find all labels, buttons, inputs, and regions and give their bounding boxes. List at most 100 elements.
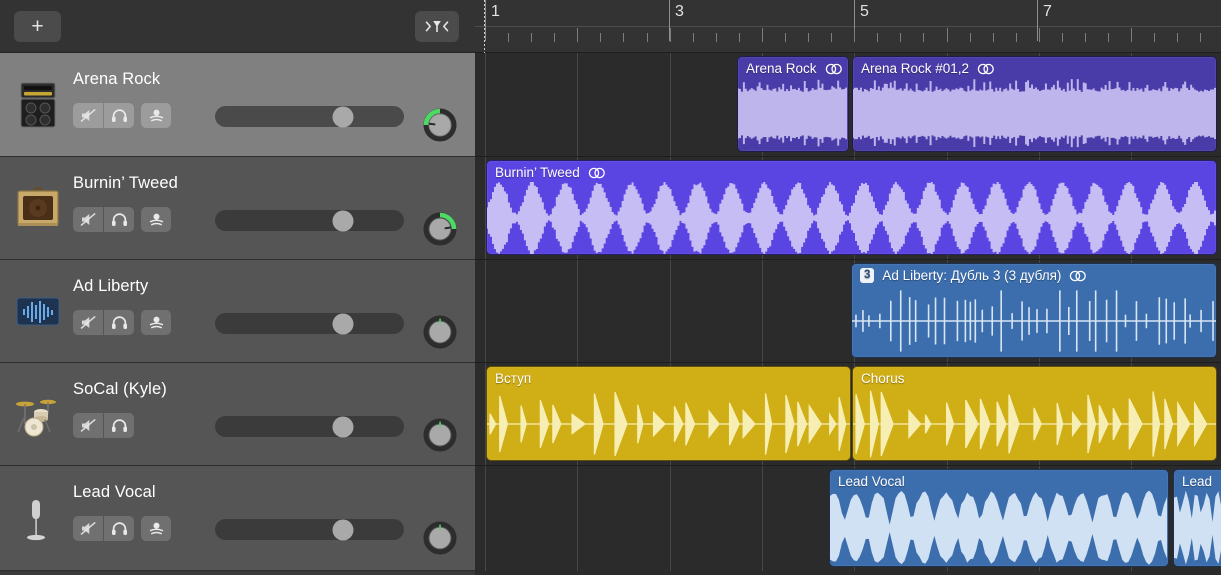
solo-button-1[interactable] [104, 207, 134, 232]
gridline [670, 466, 671, 571]
volume-slider-knob[interactable] [332, 416, 353, 437]
ruler-beat-tick [808, 33, 809, 42]
region-label: Arena Rock [746, 61, 817, 76]
gridline [670, 260, 671, 362]
track-lane-0[interactable]: Arena Rock Arena Rock #01,2 [475, 53, 1221, 157]
ruler-beat-tick [993, 33, 994, 42]
track-controls-2 [73, 310, 171, 335]
pan-knob-1[interactable] [421, 210, 459, 248]
solo-button-3[interactable] [104, 413, 134, 438]
region-0[interactable]: Arena Rock [737, 56, 849, 152]
ruler-bar-tick [1039, 28, 1040, 42]
ruler-beat-tick [1154, 33, 1155, 42]
ruler-beat-tick [877, 33, 878, 42]
pan-knob-3[interactable] [421, 416, 459, 454]
region-4[interactable]: Вступ [486, 366, 851, 461]
region-6[interactable]: Lead Vocal [829, 469, 1169, 567]
gridline [577, 260, 578, 362]
region-label: Chorus [861, 371, 905, 386]
mute-button-4[interactable] [73, 516, 103, 541]
timeline-ruler[interactable]: 1357 [475, 0, 1221, 53]
stereo-icon-wrap [824, 63, 844, 75]
audio-waveform-icon [12, 285, 64, 337]
record-enable-button-0[interactable] [141, 103, 171, 128]
region-3[interactable]: 3Ad Liberty: Дубль 3 (3 дубля) [851, 263, 1217, 358]
region-waveform-0 [738, 78, 848, 151]
track-controls-0 [73, 103, 171, 128]
solo-headphones-icon [111, 315, 128, 330]
solo-button-4[interactable] [104, 516, 134, 541]
mute-button-2[interactable] [73, 310, 103, 335]
region-1[interactable]: Arena Rock #01,2 [852, 56, 1217, 152]
ruler-bar-tick [762, 28, 763, 42]
region-5[interactable]: Chorus [852, 366, 1217, 461]
record-enable-button-4[interactable] [141, 516, 171, 541]
track-header-4[interactable]: Lead Vocal [0, 466, 475, 571]
stereo-region-icon [1068, 270, 1088, 282]
volume-slider-4[interactable] [215, 519, 404, 540]
region-2[interactable]: Burnin’ Tweed [486, 160, 1217, 255]
track-lane-3[interactable]: Вступ Chorus [475, 363, 1221, 466]
mute-icon [80, 315, 97, 330]
volume-slider-2[interactable] [215, 313, 404, 334]
mute-button-1[interactable] [73, 207, 103, 232]
volume-slider-0[interactable] [215, 106, 404, 127]
gridline [485, 260, 486, 362]
plus-icon: + [31, 17, 43, 36]
volume-slider-knob[interactable] [332, 313, 353, 334]
region-label: Lead [1182, 474, 1212, 489]
track-lane-2[interactable]: 3Ad Liberty: Дубль 3 (3 дубля) [475, 260, 1221, 363]
track-header-0[interactable]: Arena Rock [0, 53, 475, 157]
volume-slider-1[interactable] [215, 210, 404, 231]
track-headers-panel: + Arena Rock [0, 0, 475, 575]
pan-knob-4[interactable] [421, 519, 459, 557]
track-icon-wrap [12, 182, 64, 234]
region-7[interactable]: Lead [1173, 469, 1221, 567]
pan-knob-0[interactable] [421, 106, 459, 144]
track-lane-1[interactable]: Burnin’ Tweed [475, 157, 1221, 260]
tracks-area[interactable]: 1357 Arena Rock Arena Rock #01,2 Burnin’… [475, 0, 1221, 575]
guitar-combo-amp-icon [12, 182, 64, 234]
add-track-button[interactable]: + [14, 11, 61, 42]
ruler-beat-tick [531, 33, 532, 42]
track-controls-4 [73, 516, 171, 541]
mute-button-0[interactable] [73, 103, 103, 128]
pan-knob-2[interactable] [421, 313, 459, 351]
volume-slider-knob[interactable] [332, 106, 353, 127]
mute-icon [80, 418, 97, 433]
region-label: Burnin’ Tweed [495, 165, 580, 180]
record-enable-button-1[interactable] [141, 207, 171, 232]
track-name-0: Arena Rock [73, 70, 160, 89]
solo-headphones-icon [111, 108, 128, 123]
volume-slider-knob[interactable] [332, 210, 353, 231]
record-enable-icon [148, 315, 165, 330]
track-header-2[interactable]: Ad Liberty [0, 260, 475, 363]
stereo-icon-wrap [587, 167, 607, 179]
solo-button-2[interactable] [104, 310, 134, 335]
ruler-beat-tick [1062, 33, 1063, 42]
track-lane-4[interactable]: Lead Vocal Lead [475, 466, 1221, 571]
track-header-configuration-button[interactable] [415, 11, 459, 42]
drum-kit-icon [12, 388, 64, 440]
track-header-3[interactable]: SoCal (Kyle) [0, 363, 475, 466]
solo-button-0[interactable] [104, 103, 134, 128]
record-enable-button-2[interactable] [141, 310, 171, 335]
ruler-bar-tick [1131, 28, 1132, 42]
gridline [670, 53, 671, 156]
ruler-beat-tick [1085, 33, 1086, 42]
ruler-divider [475, 26, 1221, 27]
mute-button-3[interactable] [73, 413, 103, 438]
track-header-1[interactable]: Burnin’ Tweed [0, 157, 475, 260]
gridline [577, 466, 578, 571]
track-name-3: SoCal (Kyle) [73, 380, 167, 399]
track-icon-wrap [12, 388, 64, 440]
region-label: Ad Liberty: Дубль 3 (3 дубля) [882, 268, 1061, 283]
ruler-beat-tick [831, 33, 832, 42]
region-name-0: Arena Rock [746, 61, 844, 76]
solo-headphones-icon [111, 212, 128, 227]
volume-slider-3[interactable] [215, 416, 404, 437]
track-lanes[interactable]: Arena Rock Arena Rock #01,2 Burnin’ Twee… [475, 53, 1221, 575]
volume-slider-knob[interactable] [332, 519, 353, 540]
pan-knob-icon [421, 106, 459, 144]
region-name-7: Lead [1182, 474, 1212, 489]
